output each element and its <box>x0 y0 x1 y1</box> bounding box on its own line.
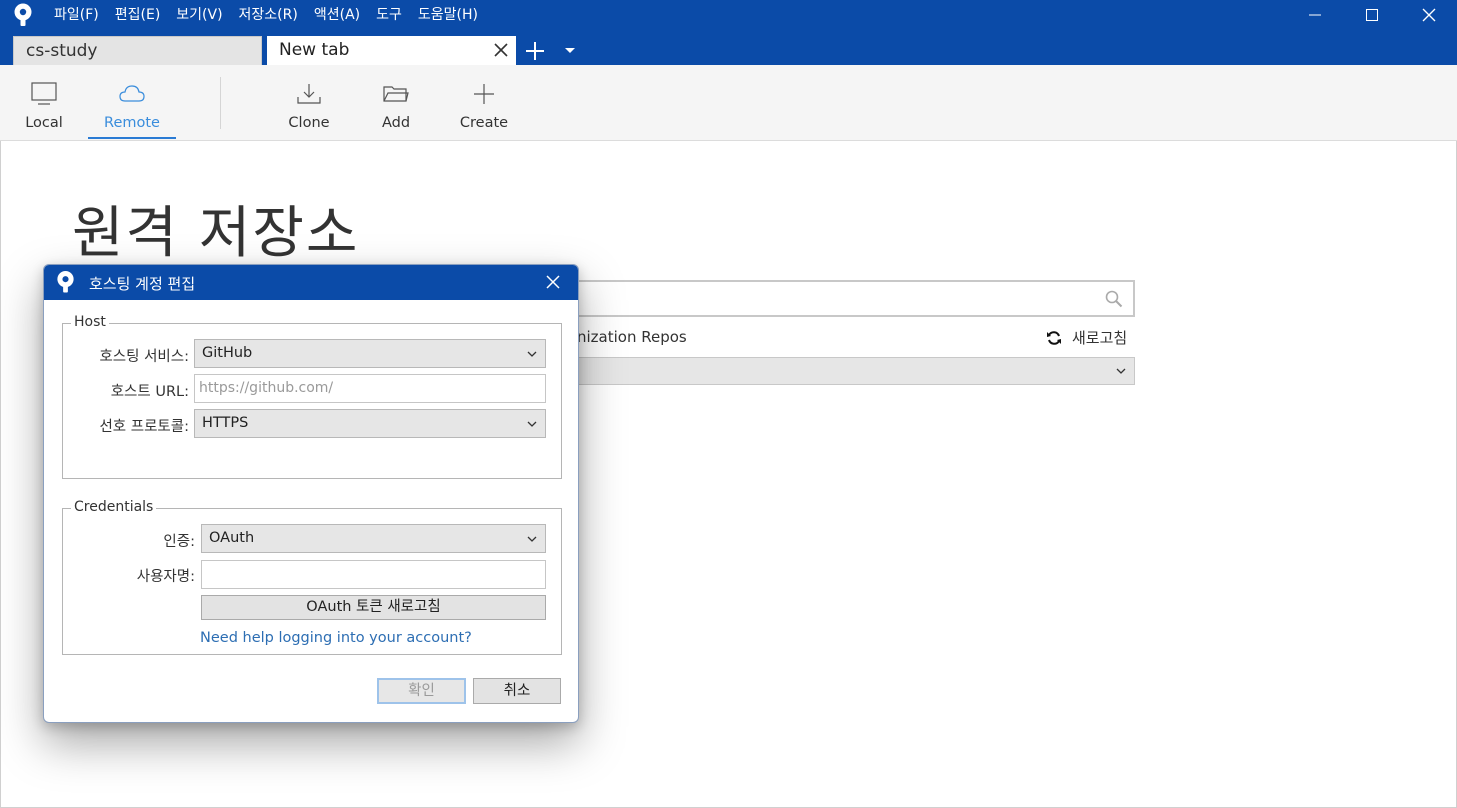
local-label: Local <box>25 115 63 131</box>
edit-hosting-account-dialog: 호스팅 계정 편집 Host 호스팅 서비스: GitHub 호스트 URL: … <box>43 264 579 723</box>
menu-edit[interactable]: 편집(E) <box>107 0 169 30</box>
preferred-protocol-select[interactable]: HTTPS <box>194 409 546 438</box>
toolbar: Local Remote Clone Add Create <box>0 65 1457 141</box>
close-window-button[interactable] <box>1400 0 1457 30</box>
chevron-down-icon <box>527 421 537 427</box>
chevron-down-icon <box>1116 368 1126 374</box>
menu-actions[interactable]: 액션(A) <box>306 0 368 30</box>
folder-icon <box>383 86 409 102</box>
username-label: 사용자명: <box>136 569 195 585</box>
auth-select[interactable]: OAuth <box>201 524 546 553</box>
host-legend: Host <box>71 314 109 330</box>
add-label: Add <box>381 115 411 131</box>
ok-button[interactable]: 확인 <box>377 678 466 704</box>
refresh-icon <box>1047 330 1061 345</box>
clone-button[interactable]: Clone <box>284 65 334 141</box>
preferred-protocol-value: HTTPS <box>202 415 249 431</box>
hosting-service-select[interactable]: GitHub <box>194 339 546 368</box>
local-button[interactable]: Local <box>22 65 66 141</box>
menu-repository[interactable]: 저장소(R) <box>231 0 306 30</box>
close-icon <box>1422 8 1435 22</box>
add-tab-icon[interactable] <box>524 40 546 62</box>
tab-new-tab[interactable]: New tab <box>267 36 516 65</box>
toolbar-divider <box>220 77 221 129</box>
maximize-button[interactable] <box>1343 0 1400 30</box>
menu-bar: 파일(F) 편집(E) 보기(V) 저장소(R) 액션(A) 도구 도움말(H) <box>46 0 486 30</box>
dialog-title: 호스팅 계정 편집 <box>89 275 196 293</box>
window-controls <box>1286 0 1457 30</box>
host-url-input[interactable]: https://github.com/ <box>194 374 546 403</box>
tab-label: cs-study <box>26 41 98 61</box>
tab-cs-study[interactable]: cs-study <box>13 36 262 65</box>
clone-label: Clone <box>288 115 330 131</box>
download-icon <box>297 84 321 104</box>
add-button[interactable]: Add <box>376 65 416 141</box>
hosting-service-label: 호스팅 서비스: <box>99 349 189 365</box>
chevron-down-icon <box>527 351 537 357</box>
cancel-button[interactable]: 취소 <box>473 678 561 704</box>
maximize-icon <box>1365 9 1378 21</box>
credentials-legend: Credentials <box>71 499 157 515</box>
preferred-protocol-label: 선호 프로토콜: <box>99 419 189 435</box>
cloud-icon <box>119 85 145 102</box>
close-dialog-icon[interactable] <box>546 275 560 289</box>
refresh-oauth-token-label: OAuth 토큰 새로고침 <box>306 599 441 615</box>
plus-icon <box>474 84 494 104</box>
menu-help[interactable]: 도움말(H) <box>410 0 486 30</box>
login-help-link[interactable]: Need help logging into your account? <box>200 630 472 646</box>
tab-label: New tab <box>279 40 350 60</box>
menu-tools[interactable]: 도구 <box>368 0 410 30</box>
active-tab-underline <box>88 137 176 139</box>
repo-type-dropdown[interactable] <box>560 357 1135 385</box>
remote-label: Remote <box>104 115 160 131</box>
create-label: Create <box>459 115 509 131</box>
refresh-oauth-token-button[interactable]: OAuth 토큰 새로고침 <box>201 595 546 620</box>
hosting-service-value: GitHub <box>202 345 253 361</box>
auth-value: OAuth <box>209 530 255 546</box>
host-url-label: 호스트 URL: <box>110 384 189 400</box>
username-input[interactable] <box>201 560 546 589</box>
minimize-icon <box>1308 14 1321 16</box>
page-title: 원격 저장소 <box>72 201 360 266</box>
search-input[interactable] <box>560 280 1135 317</box>
chevron-down-icon <box>527 536 537 542</box>
refresh-label: 새로고침 <box>1072 329 1128 347</box>
minimize-button[interactable] <box>1286 0 1343 30</box>
sourcetree-logo-icon <box>57 271 74 293</box>
menu-view[interactable]: 보기(V) <box>168 0 230 30</box>
menu-file[interactable]: 파일(F) <box>46 0 107 30</box>
close-tab-icon[interactable] <box>492 41 510 59</box>
monitor-icon <box>31 82 57 105</box>
host-url-placeholder: https://github.com/ <box>199 380 334 396</box>
repo-type-label: nization Repos <box>577 328 687 346</box>
host-group: Host 호스팅 서비스: GitHub 호스트 URL: https://gi… <box>62 314 562 479</box>
cancel-label: 취소 <box>503 683 531 699</box>
ok-label: 확인 <box>408 683 435 699</box>
create-button[interactable]: Create <box>458 65 510 141</box>
auth-label: 인증: <box>163 534 195 550</box>
remote-button[interactable]: Remote <box>100 65 164 141</box>
dialog-header: 호스팅 계정 편집 <box>44 265 578 300</box>
search-icon <box>1105 290 1123 308</box>
tab-list-chevron-icon[interactable] <box>563 45 577 55</box>
refresh-button[interactable]: 새로고침 <box>1046 327 1127 348</box>
sourcetree-logo-icon <box>14 3 32 26</box>
title-bar: 파일(F) 편집(E) 보기(V) 저장소(R) 액션(A) 도구 도움말(H)… <box>0 0 1457 65</box>
